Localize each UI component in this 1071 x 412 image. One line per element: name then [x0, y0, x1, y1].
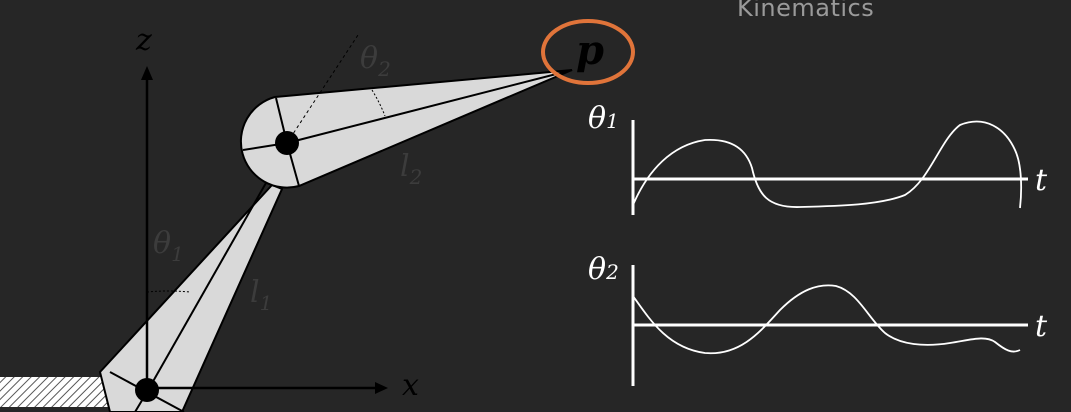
end-effector-label: p	[576, 27, 604, 74]
joint-2	[275, 131, 299, 155]
theta1-plot-symbol: θ	[588, 101, 606, 136]
z-axis-arrowhead	[141, 66, 153, 80]
theta2-subscript: 2	[377, 57, 391, 81]
theta2-plot-symbol: θ	[588, 252, 606, 287]
link2-symbol: l	[400, 149, 410, 184]
theta1-symbol: θ	[153, 226, 171, 261]
theta2-label: θ2	[360, 41, 391, 81]
theta1-trajectory	[632, 120, 1023, 209]
theta2-plot-subscript: 2	[605, 260, 619, 284]
link1-label: l1	[250, 275, 272, 315]
theta2-trajectory	[632, 284, 1021, 355]
joint-1	[135, 378, 159, 402]
theta2-plot-label: θ2	[588, 252, 619, 287]
link2-label: l2	[400, 149, 422, 189]
theta1-subscript: 1	[171, 242, 184, 266]
theta1-plot-subscript: 1	[606, 109, 619, 133]
theta2-symbol: θ	[360, 41, 378, 76]
theta1-arc	[146, 290, 191, 293]
link1-symbol: l	[250, 275, 260, 310]
x-axis-label: x	[402, 368, 419, 403]
z-axis-label: z	[135, 23, 152, 58]
theta1-plot-label: θ1	[588, 101, 619, 136]
ground-hatch	[0, 377, 110, 407]
link2-subscript: 2	[409, 165, 423, 189]
theta1-label: θ1	[153, 226, 184, 266]
theta1-plot-t-label: t	[1035, 163, 1048, 198]
x-axis-arrowhead	[375, 382, 388, 394]
link1-subscript: 1	[260, 291, 273, 315]
robot-arm-diagram: z x θ1 θ2 l1 l2 p θ1 t θ2 t	[0, 19, 1048, 412]
theta2-plot-t-label: t	[1035, 309, 1048, 344]
